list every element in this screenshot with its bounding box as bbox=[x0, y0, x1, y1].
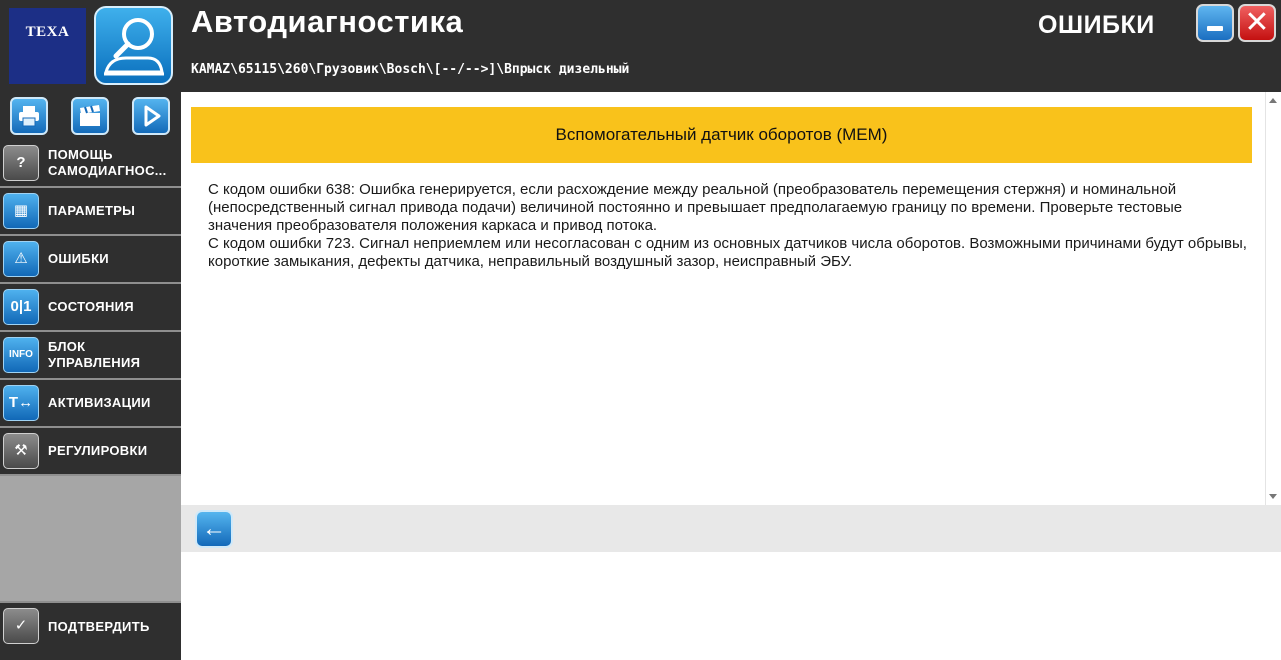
error-description: С кодом ошибки 638: Ошибка генерируется,… bbox=[208, 181, 1248, 271]
header-bar: Автодиагностика KAMAZ\65115\260\Грузовик… bbox=[181, 0, 1281, 92]
sidebar-item-help[interactable]: ? ПОМОЩЬ САМОДИАГНОС... bbox=[0, 140, 181, 188]
activation-icon: T↔ bbox=[3, 385, 39, 421]
states-icon: 0|1 bbox=[3, 289, 39, 325]
sidebar-item-errors[interactable]: ⚠ ОШИБКИ bbox=[0, 236, 181, 284]
sidebar-item-control-unit[interactable]: INFO БЛОК УПРАВЛЕНИЯ bbox=[0, 332, 181, 380]
sidebar-item-label: ПАРАМЕТРЫ bbox=[48, 203, 136, 218]
error-detail-panel: Вспомогательный датчик оборотов (MEM) С … bbox=[181, 92, 1265, 505]
sidebar-item-label: АКТИВИЗАЦИИ bbox=[48, 395, 151, 410]
logo-area: TEXA bbox=[0, 0, 181, 92]
sidebar-item-label: ОШИБКИ bbox=[48, 251, 109, 266]
sidebar-next-item bbox=[0, 651, 181, 660]
scroll-up-icon[interactable] bbox=[1269, 98, 1277, 103]
play-button[interactable] bbox=[132, 97, 170, 135]
checkmark-icon: ✓ bbox=[3, 608, 39, 644]
clapperboard-icon bbox=[80, 105, 100, 126]
error-title-banner: Вспомогательный датчик оборотов (MEM) bbox=[191, 107, 1252, 163]
texa-logo: TEXA bbox=[9, 8, 86, 84]
page-title: Автодиагностика bbox=[191, 4, 464, 39]
error-description-line: С кодом ошибки 638: Ошибка генерируется,… bbox=[208, 181, 1183, 234]
help-icon: ? bbox=[3, 145, 39, 181]
autodiagnostics-logo-icon bbox=[94, 6, 173, 85]
toolbar bbox=[0, 92, 181, 140]
sidebar-item-label: БЛОК УПРАВЛЕНИЯ bbox=[48, 339, 141, 370]
play-icon bbox=[144, 105, 161, 127]
close-button[interactable]: ✕ bbox=[1238, 4, 1276, 42]
confirm-button[interactable]: ✓ ПОДТВЕРДИТЬ bbox=[0, 601, 181, 651]
warning-icon: ⚠ bbox=[3, 241, 39, 277]
grid-icon: ▦ bbox=[3, 193, 39, 229]
close-icon: ✕ bbox=[1244, 6, 1270, 39]
sidebar: ? ПОМОЩЬ САМОДИАГНОС... ▦ ПАРАМЕТРЫ ⚠ ОШ… bbox=[0, 92, 181, 660]
printer-icon bbox=[19, 106, 39, 127]
bottom-bar: ← bbox=[181, 505, 1281, 552]
back-button[interactable]: ← bbox=[195, 510, 233, 548]
info-icon: INFO bbox=[3, 337, 39, 373]
print-button[interactable] bbox=[10, 97, 48, 135]
vertical-scrollbar[interactable] bbox=[1265, 92, 1281, 505]
sidebar-item-label: РЕГУЛИРОВКИ bbox=[48, 443, 148, 458]
sidebar-item-adjustments[interactable]: ⚒ РЕГУЛИРОВКИ bbox=[0, 428, 181, 476]
error-description-line: С кодом ошибки 723. Сигнал неприемлем ил… bbox=[208, 235, 1247, 270]
scroll-down-icon[interactable] bbox=[1269, 494, 1277, 499]
breadcrumb: KAMAZ\65115\260\Грузовик\Bosch\[--/-->]\… bbox=[191, 62, 630, 77]
sidebar-item-parameters[interactable]: ▦ ПАРАМЕТРЫ bbox=[0, 188, 181, 236]
minimize-button[interactable] bbox=[1196, 4, 1234, 42]
sidebar-item-states[interactable]: 0|1 СОСТОЯНИЯ bbox=[0, 284, 181, 332]
sidebar-item-activations[interactable]: T↔ АКТИВИЗАЦИИ bbox=[0, 380, 181, 428]
sidebar-item-label: ПОМОЩЬ САМОДИАГНОС... bbox=[48, 147, 167, 178]
section-title: ОШИБКИ bbox=[1038, 11, 1155, 39]
confirm-label: ПОДТВЕРДИТЬ bbox=[48, 619, 150, 634]
back-arrow-icon: ← bbox=[202, 515, 226, 542]
adjust-icon: ⚒ bbox=[3, 433, 39, 469]
record-button[interactable] bbox=[71, 97, 109, 135]
sidebar-item-label: СОСТОЯНИЯ bbox=[48, 299, 134, 314]
